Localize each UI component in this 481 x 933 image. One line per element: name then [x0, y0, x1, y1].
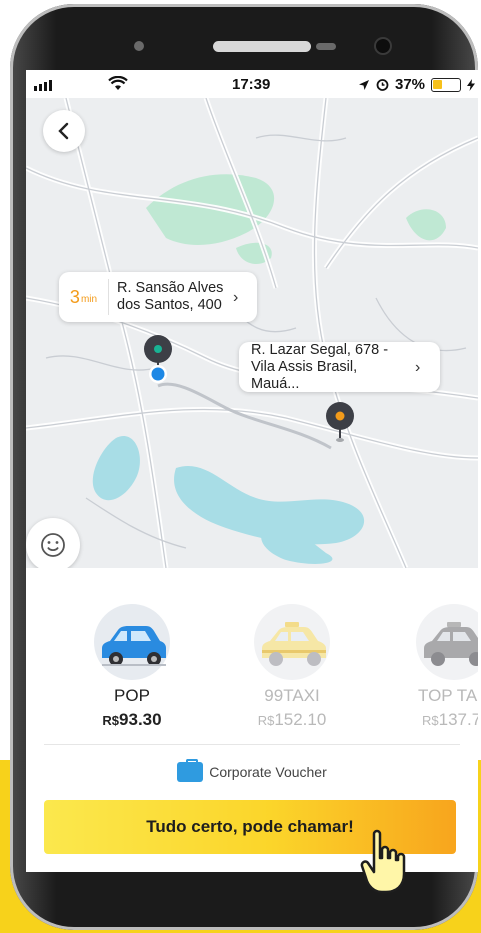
ride-name: 99TAXI	[264, 686, 320, 705]
sensor-dot	[134, 41, 144, 51]
ride-name: TOP TA	[418, 686, 478, 705]
ride-option-99taxi[interactable]: 99TAXI R$152.10	[232, 604, 352, 730]
phone-screen: 17:39 37% 3 min R. Sansão Alves dos Sant…	[26, 70, 478, 872]
divider	[44, 744, 460, 745]
status-right-group: 37%	[358, 76, 476, 93]
smiley-icon	[41, 533, 65, 557]
battery-percent: 37%	[395, 76, 426, 93]
wifi-icon	[108, 76, 128, 90]
speaker-grille	[213, 41, 311, 52]
price-value: 152.10	[274, 710, 327, 729]
charging-icon	[467, 78, 476, 91]
briefcase-icon	[177, 759, 204, 782]
status-bar: 17:39 37%	[26, 70, 478, 98]
chevron-right-icon: ›	[415, 358, 421, 376]
support-button[interactable]	[26, 518, 80, 568]
alarm-icon	[376, 79, 389, 91]
ride-price: R$137.7	[392, 710, 478, 730]
origin-bubble[interactable]: 3 min R. Sansão Alves dos Santos, 400 ›	[59, 272, 257, 322]
back-arrow-icon	[58, 122, 69, 140]
corporate-voucher-row[interactable]: Corporate Voucher	[26, 759, 478, 782]
speaker-dots	[316, 43, 336, 50]
eta-value: 3	[69, 286, 80, 307]
stage: 17:39 37% 3 min R. Sansão Alves dos Sant…	[0, 0, 481, 933]
location-arrow-icon	[359, 79, 369, 90]
eta-unit: min	[80, 294, 98, 305]
map-view[interactable]: 3 min R. Sansão Alves dos Santos, 400 › …	[26, 98, 478, 568]
currency: R$	[257, 713, 275, 728]
ride-options: POP R$93.30 99TAXI R$152.10 TOP TA R$137…	[26, 568, 478, 738]
top-taxi-icon	[416, 604, 478, 680]
ride-option-top-taxi[interactable]: TOP TA R$137.7	[392, 604, 478, 730]
origin-address: R. Sansão Alves dos Santos, 400	[117, 280, 224, 313]
currency: R$	[102, 713, 120, 728]
hand-cursor-icon	[360, 829, 406, 894]
front-camera	[376, 39, 390, 53]
ride-price: R$152.10	[232, 710, 352, 730]
battery-fill	[433, 79, 443, 89]
destination-pin-icon	[326, 402, 354, 442]
chevron-right-icon: ›	[233, 288, 239, 306]
ride-name: POP	[114, 686, 150, 705]
price-value: 93.30	[119, 710, 162, 729]
back-button[interactable]	[43, 110, 85, 152]
ride-price: R$93.30	[72, 710, 192, 730]
cta-label: Tudo certo, pode chamar!	[146, 817, 354, 836]
voucher-label: Corporate Voucher	[209, 764, 327, 780]
origin-pin-icon	[144, 335, 172, 383]
ride-option-pop[interactable]: POP R$93.30	[72, 604, 192, 730]
status-time: 17:39	[232, 76, 271, 93]
taxi-icon	[254, 604, 330, 680]
destination-address: R. Lazar Segal, 678 - Vila Assis Brasil,…	[251, 341, 389, 392]
car-icon	[94, 604, 170, 680]
map-roads	[26, 98, 478, 568]
signal-icon	[34, 80, 52, 91]
price-value: 137.7	[438, 710, 478, 729]
eta-badge: 3 min	[59, 279, 109, 315]
currency: R$	[422, 713, 439, 728]
destination-bubble[interactable]: R. Lazar Segal, 678 - Vila Assis Brasil,…	[239, 342, 440, 392]
battery-icon	[431, 77, 462, 92]
